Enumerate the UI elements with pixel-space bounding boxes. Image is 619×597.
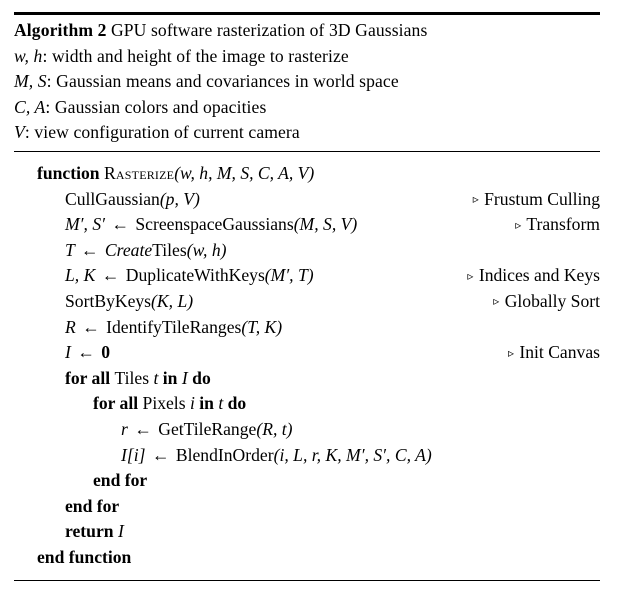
algorithm-statement: I[i] ← BlendInOrder(i, L, r, K, M′, S′, … [14, 443, 606, 469]
statement-code: r ← GetTileRange(R, t) [121, 418, 293, 439]
algorithm-body-block: function Rasterize(w, h, M, S, C, A, V) … [14, 161, 606, 571]
function-keyword: function [37, 163, 100, 183]
algorithm-statement: I ← 0 ▹ Init Canvas [14, 340, 606, 366]
statement-comment: ▹ Transform [515, 212, 600, 238]
algorithm-statement: T ← CreateTiles(w, h) [14, 238, 606, 264]
comment-text: Frustum Culling [479, 188, 600, 209]
algorithm-statement-list: CullGaussian(p, V) ▹ Frustum Culling M′, S… [14, 187, 606, 571]
algorithm-statement: for all Tiles t in I do [14, 366, 606, 392]
input-description-wh: width and height of the image to rasteri… [51, 45, 349, 66]
algorithm-statement: end function [14, 545, 606, 571]
statement-code: I[i] ← BlendInOrder(i, L, r, K, M′, S′, … [121, 444, 432, 465]
algorithm-statement: SortByKeys(K, L) ▹ Globally Sort [14, 289, 606, 315]
function-arguments: (w, h, M, S, C, A, V) [174, 163, 315, 183]
comment-triangle-icon: ▹ [472, 192, 479, 207]
statement-code: end for [65, 495, 120, 516]
comment-triangle-icon: ▹ [507, 345, 514, 360]
comment-text: Indices and Keys [474, 265, 600, 286]
input-symbols-wh: w, h [14, 45, 43, 66]
input-description-ca: Gaussian colors and opacities [54, 96, 267, 117]
statement-code: SortByKeys(K, L) [65, 290, 194, 311]
algorithm-statement: return I [14, 519, 606, 545]
algorithm-title-line: Algorithm 2 GPU software rasterization o… [14, 18, 606, 44]
input-symbols-ms: M, S [14, 71, 47, 92]
algorithm-statement: CullGaussian(p, V) ▹ Frustum Culling [14, 187, 606, 213]
middle-horizontal-rule [14, 151, 600, 153]
input-symbols-v: V [14, 122, 25, 143]
comment-text: Globally Sort [500, 290, 600, 311]
comment-text: Init Canvas [514, 342, 600, 363]
algorithm-statement: R ← IdentifyTileRanges(T, K) [14, 315, 606, 341]
statement-code: end for [93, 470, 148, 491]
algorithm-statement: M′, S′ ← ScreenspaceGaussians(M, S, V) ▹ … [14, 212, 606, 238]
function-signature-line: function Rasterize(w, h, M, S, C, A, V) [14, 161, 606, 187]
input-symbols-ca: C, A [14, 96, 46, 117]
algorithm-statement: end for [14, 494, 606, 520]
statement-comment: ▹ Indices and Keys [467, 263, 600, 289]
input-line-wh: w, h: width and height of the image to r… [14, 44, 606, 70]
algorithm-title-label: Algorithm 2 [14, 20, 107, 40]
statement-code: for all Pixels i in t do [93, 393, 247, 414]
algorithm-statement: for all Pixels i in t do [14, 391, 606, 417]
statement-code: R ← IdentifyTileRanges(T, K) [65, 316, 283, 337]
function-name: Rasterize [103, 163, 175, 183]
statement-code: for all Tiles t in I do [65, 367, 211, 388]
top-horizontal-rule [14, 12, 600, 15]
statement-code: CullGaussian(p, V) [65, 188, 200, 209]
statement-code: M′, S′ ← ScreenspaceGaussians(M, S, V) [65, 214, 358, 235]
algorithm-title-description: GPU software rasterization of 3D Gaussia… [110, 20, 428, 40]
input-description-v: view configuration of current camera [34, 122, 300, 143]
statement-code: end function [37, 546, 132, 567]
bottom-horizontal-rule [14, 580, 600, 582]
algorithm-statement: L, K ← DuplicateWithKeys(M′, T) ▹ Indices… [14, 263, 606, 289]
statement-code: I ← 0 [65, 342, 111, 363]
statement-comment: ▹ Globally Sort [493, 289, 600, 315]
input-line-ms: M, S: Gaussian means and covariances in … [14, 69, 606, 95]
statement-code: L, K ← DuplicateWithKeys(M′, T) [65, 265, 314, 286]
algorithm-statement: end for [14, 468, 606, 494]
comment-text: Transform [522, 214, 600, 235]
algorithm-statement: r ← GetTileRange(R, t) [14, 417, 606, 443]
statement-code: T ← CreateTiles(w, h) [65, 239, 227, 260]
input-line-ca: C, A: Gaussian colors and opacities [14, 95, 606, 121]
statement-comment: ▹ Frustum Culling [473, 187, 600, 213]
statement-code: return I [65, 521, 124, 542]
input-line-v: V: view configuration of current camera [14, 120, 606, 146]
algorithm-header-block: Algorithm 2 GPU software rasterization o… [14, 18, 606, 146]
statement-comment: ▹ Init Canvas [508, 340, 600, 366]
input-description-ms: Gaussian means and covariances in world … [56, 71, 399, 92]
